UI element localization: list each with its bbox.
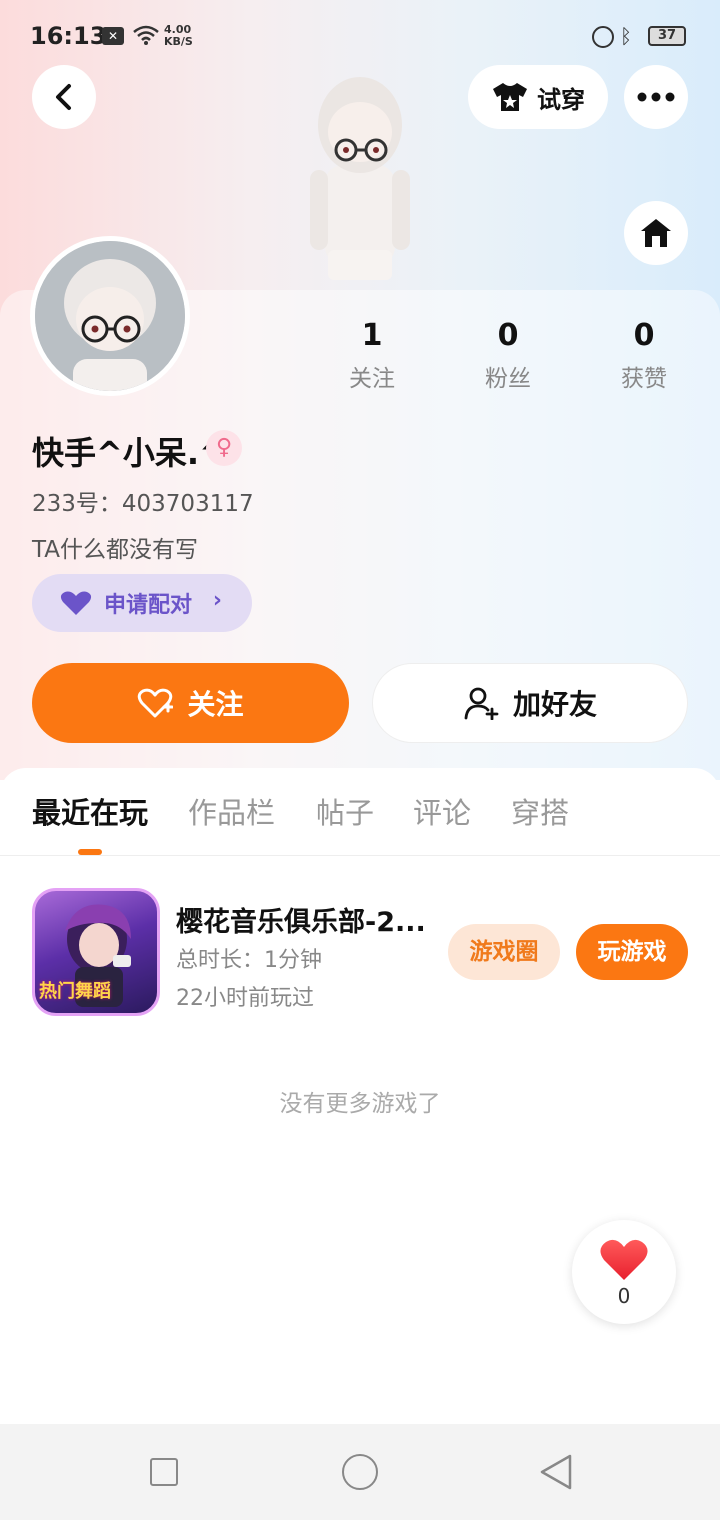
chevron-left-icon	[56, 84, 71, 110]
username: 快手^小呆.^	[32, 434, 226, 472]
list-end-text: 没有更多游戏了	[279, 1091, 441, 1117]
stat-followers[interactable]: 0 粉丝	[458, 318, 558, 393]
status-bar: 16:13 ✕ 4.00 KB/S ᛒ 37	[0, 0, 720, 72]
try-on-button[interactable]: 试穿	[468, 65, 608, 129]
game-title[interactable]: 樱花音乐俱乐部-2...	[176, 900, 426, 939]
wifi-icon	[133, 25, 159, 45]
apply-pair-button[interactable]: 申请配对 ›	[32, 574, 252, 632]
home-icon	[641, 219, 671, 247]
add-user-icon	[464, 687, 499, 720]
chevron-right-icon: ›	[212, 588, 222, 613]
add-friend-label: 加好友	[512, 688, 597, 721]
stat-following-value: 1	[361, 318, 383, 353]
shirt-icon	[493, 83, 527, 111]
home-nav-icon[interactable]	[342, 1454, 378, 1490]
heart-icon	[60, 591, 92, 615]
status-time: 16:13	[30, 22, 107, 50]
heart-plus-icon	[138, 688, 174, 718]
like-button[interactable]: 0	[572, 1220, 676, 1324]
stat-following-label: 关注	[349, 366, 395, 392]
battery-icon: 37	[648, 26, 686, 46]
stat-likes-label: 获赞	[621, 366, 667, 392]
avatar[interactable]	[30, 236, 190, 396]
recent-apps-icon[interactable]	[150, 1458, 178, 1486]
bluetooth-icon: ᛒ	[620, 24, 632, 48]
tab-recent-play[interactable]: 最近在玩	[32, 790, 148, 832]
user-id: 233号：403703117	[32, 491, 254, 517]
stat-following[interactable]: 1 关注	[322, 318, 422, 393]
stat-followers-label: 粉丝	[485, 366, 531, 392]
system-nav-bar	[0, 1424, 720, 1520]
tab-comments[interactable]: 评论	[413, 790, 471, 832]
home-button[interactable]	[624, 201, 688, 265]
more-options-button[interactable]	[624, 65, 688, 129]
game-circle-button[interactable]: 游戏圈	[448, 924, 560, 980]
game-last-played: 22小时前玩过	[176, 986, 314, 1011]
network-speed: 4.00 KB/S	[164, 24, 193, 48]
notification-icon: ✕	[102, 27, 124, 45]
add-friend-button[interactable]: 加好友	[372, 663, 688, 743]
avatar-character-figure	[310, 77, 410, 280]
game-duration: 总时长：1分钟	[176, 948, 322, 973]
play-game-button[interactable]: 玩游戏	[576, 924, 688, 980]
back-button[interactable]	[32, 65, 96, 129]
game-icon[interactable]: 热门舞蹈	[32, 888, 160, 1016]
rotation-lock-icon	[592, 26, 614, 48]
avatar-image	[35, 241, 185, 391]
follow-label: 关注	[187, 688, 244, 721]
back-nav-icon[interactable]	[538, 1452, 574, 1492]
heart-icon	[600, 1239, 648, 1280]
female-gender-icon: ♀	[206, 430, 242, 466]
game-cover-text: 热门舞蹈	[39, 981, 111, 1002]
bio: TA什么都没有写	[32, 537, 198, 563]
stat-likes-value: 0	[633, 318, 655, 353]
tab-works[interactable]: 作品栏	[188, 790, 275, 832]
more-dots-icon	[637, 92, 675, 102]
tab-outfits[interactable]: 穿搭	[511, 790, 569, 832]
follow-button[interactable]: 关注	[32, 663, 349, 743]
active-tab-indicator	[78, 849, 102, 855]
list-item[interactable]: 热门舞蹈 樱花音乐俱乐部-2... 总时长：1分钟 22小时前玩过 游戏圈 玩游…	[0, 886, 720, 1016]
try-on-label: 试穿	[537, 85, 585, 114]
stat-likes[interactable]: 0 获赞	[594, 318, 694, 393]
apply-pair-label: 申请配对	[104, 593, 193, 618]
network-speed-unit: KB/S	[164, 35, 193, 48]
like-count: 0	[617, 1284, 631, 1308]
stat-followers-value: 0	[497, 318, 519, 353]
tab-posts[interactable]: 帖子	[316, 790, 374, 832]
profile-tabs: 最近在玩 作品栏 帖子 评论 穿搭	[0, 790, 720, 856]
